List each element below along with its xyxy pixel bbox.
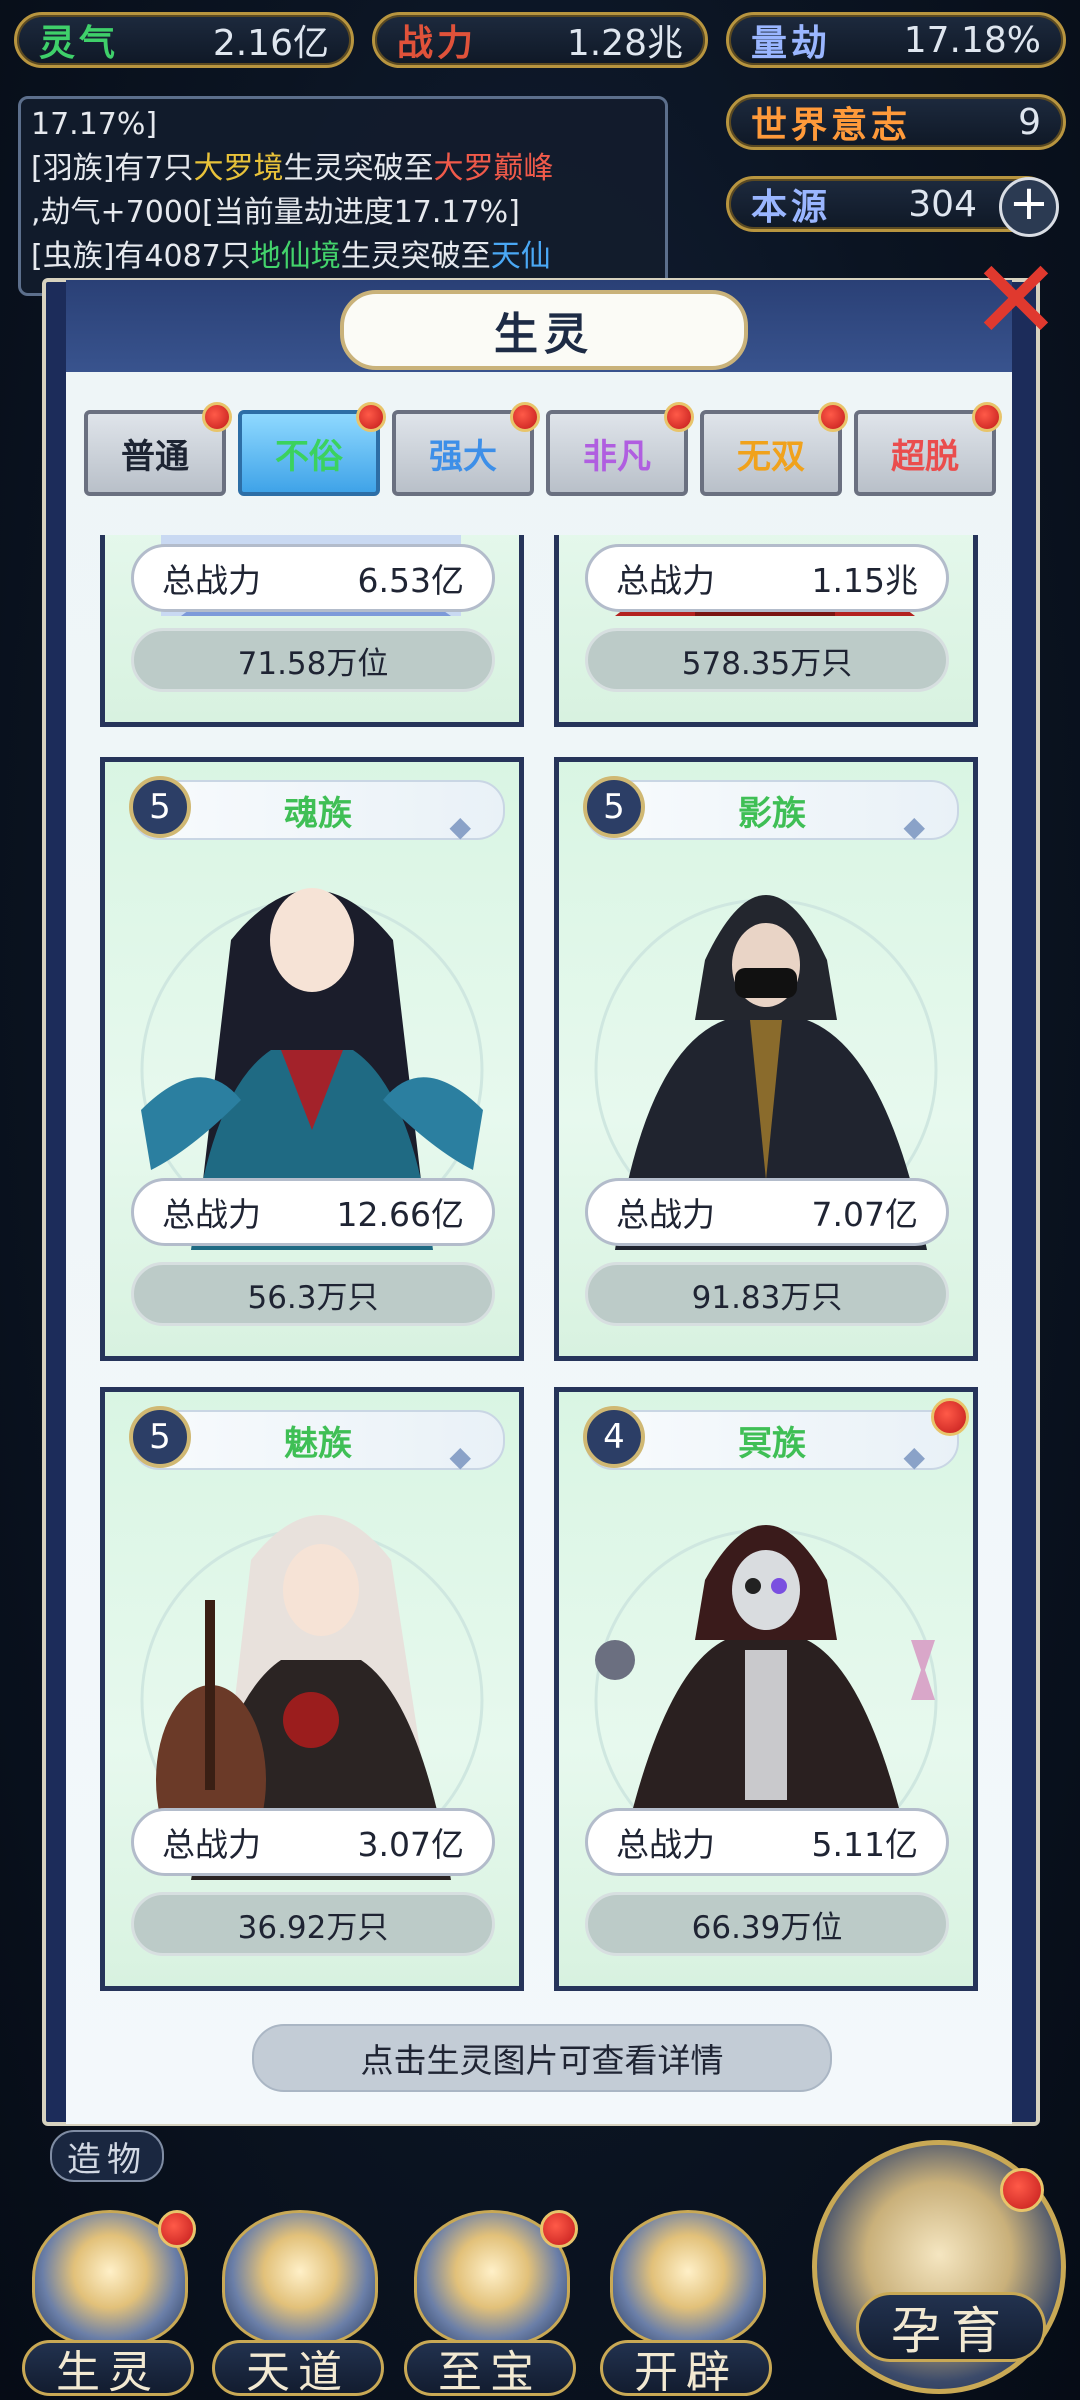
arrow-right-icon: ◆ [449, 1440, 471, 1473]
tab-label: 不俗 [275, 436, 343, 477]
tab-label: 超脱 [891, 436, 959, 477]
power-value: 1.15兆 [811, 561, 918, 600]
population-count: 578.35万只 [585, 628, 949, 692]
event-log[interactable]: 17.17%] [羽族]有7只大罗境生灵突破至大罗巅峰 ,劫气+7000[当前量… [18, 96, 668, 296]
level-badge: 4 [583, 1406, 645, 1468]
rarity-tabs: 普通 不俗 强大 非凡 无双 超脱 [80, 402, 1002, 498]
creature-card[interactable]: 4 冥族 ◆ 总战力 5.11亿 66.39万位 [554, 1387, 978, 1991]
power-label: 总战力 [616, 1825, 715, 1864]
creature-name: 影族 [738, 793, 806, 834]
shijie-stat[interactable]: 世界意志 9 [726, 94, 1066, 150]
power-value: 6.53亿 [357, 561, 464, 600]
power-value: 7.07亿 [811, 1195, 918, 1234]
level-badge: 5 [583, 776, 645, 838]
nav-label: 开辟 [600, 2340, 772, 2398]
total-power: 总战力 7.07亿 [585, 1178, 949, 1246]
notification-dot-icon [664, 402, 694, 432]
notification-dot-icon [356, 402, 386, 432]
creature-name: 冥族 [738, 1423, 806, 1464]
log-line: 17.17%] [31, 107, 158, 142]
notification-dot-icon [540, 2210, 578, 2248]
creature-card[interactable]: 总战力 1.15兆 578.35万只 [554, 535, 978, 727]
power-label: 总战力 [162, 561, 261, 600]
creature-card[interactable]: 总战力 6.53亿 71.58万位 [100, 535, 524, 727]
nav-yunyu[interactable]: 孕育 [856, 2292, 1046, 2362]
power-value: 3.07亿 [357, 1825, 464, 1864]
creature-card[interactable]: 5 影族 ◆ 总战力 7.07亿 91.83万只 [554, 757, 978, 1361]
nav-zhibao[interactable]: 至宝 [404, 2190, 578, 2400]
population-count: 71.58万位 [131, 628, 495, 692]
zhanli-value: 1.28兆 [566, 23, 683, 64]
tab-label: 普通 [121, 436, 189, 477]
total-power: 总战力 12.66亿 [131, 1178, 495, 1246]
power-value: 5.11亿 [811, 1825, 918, 1864]
creature-card[interactable]: 5 魂族 ◆ 总战力 12.66亿 56.3万只 [100, 757, 524, 1361]
arrow-right-icon: ◆ [903, 810, 925, 843]
power-label: 总战力 [162, 1195, 261, 1234]
liangjie-value: 17.18% [903, 19, 1041, 61]
creature-card[interactable]: 5 魅族 ◆ 总战力 3.07亿 36.92万只 [100, 1387, 524, 1991]
arrow-right-icon: ◆ [903, 1440, 925, 1473]
notification-dot-icon [931, 1398, 969, 1436]
population-count: 91.83万只 [585, 1262, 949, 1326]
swirl-emblem-icon [222, 2210, 378, 2346]
nav-tiandao[interactable]: 天道 [212, 2190, 384, 2400]
benyuan-value: 304 [908, 183, 977, 225]
notification-dot-icon [510, 402, 540, 432]
nav-shengling[interactable]: 生灵 [22, 2190, 196, 2400]
benyuan-label: 本源 [751, 186, 832, 228]
arrow-right-icon: ◆ [449, 810, 471, 843]
power-value: 12.66亿 [336, 1195, 464, 1234]
log-line: [虫族]有4087只地仙境生灵突破至天仙 [31, 239, 551, 274]
tab-label: 非凡 [583, 436, 651, 477]
nav-label: 至宝 [404, 2340, 576, 2398]
close-icon[interactable]: ✕ [968, 245, 1064, 355]
level-badge: 5 [129, 1406, 191, 1468]
nav-kaipi[interactable]: 开辟 [600, 2190, 772, 2400]
liangjie-stat[interactable]: 量劫 17.18% [726, 12, 1066, 68]
nav-label: 生灵 [22, 2340, 194, 2398]
population-count: 36.92万只 [131, 1892, 495, 1956]
notification-dot-icon [818, 402, 848, 432]
total-power: 总战力 5.11亿 [585, 1808, 949, 1876]
nav-label: 天道 [212, 2340, 384, 2398]
total-power: 总战力 6.53亿 [131, 544, 495, 612]
log-line: ,劫气+7000[当前量劫进度17.17%] [31, 195, 520, 230]
benyuan-stat: 本源 304 + [726, 176, 1059, 237]
shijie-label: 世界意志 [751, 104, 912, 146]
zhanli-stat: 战力 1.28兆 [372, 12, 708, 68]
shijie-value: 9 [1018, 101, 1041, 143]
notification-dot-icon [972, 402, 1002, 432]
notification-dot-icon [202, 402, 232, 432]
power-label: 总战力 [616, 561, 715, 600]
lingqi-value: 2.16亿 [212, 23, 329, 64]
creation-label[interactable]: 造物 [50, 2130, 164, 2182]
population-count: 66.39万位 [585, 1892, 949, 1956]
level-badge: 5 [129, 776, 191, 838]
zhanli-label: 战力 [397, 22, 478, 64]
notification-dot-icon [158, 2210, 196, 2248]
population-count: 56.3万只 [131, 1262, 495, 1326]
lingqi-label: 灵气 [39, 22, 120, 64]
add-benyuan-button[interactable]: + [999, 177, 1059, 237]
creature-name: 魂族 [284, 793, 352, 834]
lingqi-stat: 灵气 2.16亿 [14, 12, 354, 68]
tab-label: 强大 [429, 436, 497, 477]
log-line: [羽族]有7只大罗境生灵突破至大罗巅峰 [31, 151, 554, 186]
tab-label: 无双 [737, 436, 805, 477]
total-power: 总战力 1.15兆 [585, 544, 949, 612]
modal-title: 生灵 [340, 290, 748, 370]
creature-name: 魅族 [284, 1423, 352, 1464]
power-label: 总战力 [616, 1195, 715, 1234]
hint-text: 点击生灵图片可查看详情 [252, 2024, 832, 2092]
creature-list[interactable]: 总战力 6.53亿 71.58万位 总战力 1.15兆 578.35万只 5 魂… [66, 535, 1012, 2000]
notification-dot-icon [1000, 2168, 1044, 2212]
total-power: 总战力 3.07亿 [131, 1808, 495, 1876]
power-label: 总战力 [162, 1825, 261, 1864]
flame-emblem-icon [610, 2210, 766, 2346]
liangjie-label: 量劫 [751, 22, 832, 64]
